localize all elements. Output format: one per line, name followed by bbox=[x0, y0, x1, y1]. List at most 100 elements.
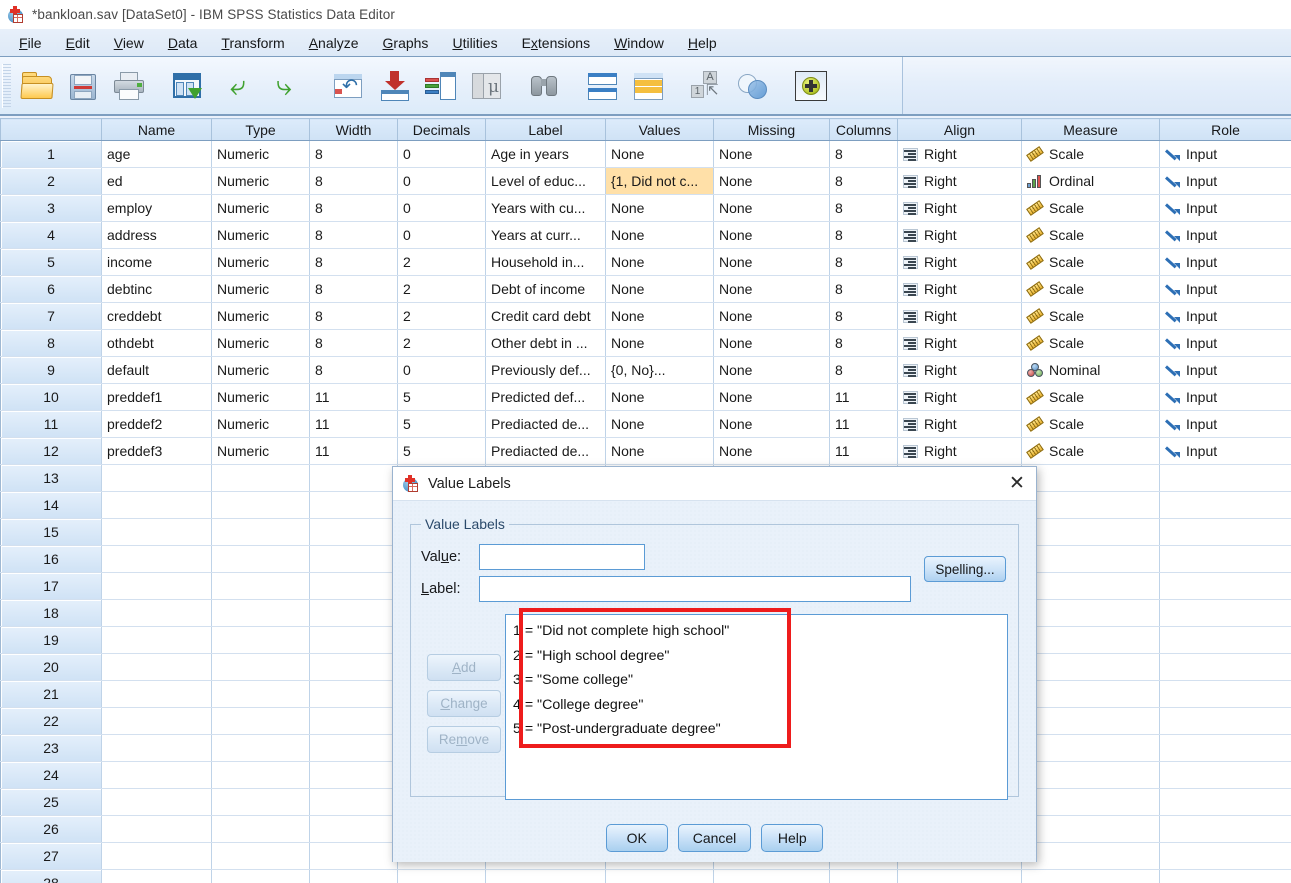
column-header-decimals[interactable]: Decimals bbox=[397, 118, 486, 141]
cell-empty[interactable] bbox=[101, 815, 212, 843]
undo-button[interactable]: ⤶ bbox=[222, 63, 268, 109]
row-number[interactable]: 4 bbox=[0, 221, 102, 249]
menu-file[interactable]: File bbox=[7, 33, 54, 53]
cell-empty[interactable] bbox=[101, 599, 212, 627]
cell-role[interactable]: Input bbox=[1159, 356, 1291, 384]
cell-empty[interactable] bbox=[211, 734, 310, 762]
cell-empty[interactable] bbox=[309, 464, 398, 492]
cell-columns[interactable]: 8 bbox=[829, 302, 898, 330]
cell-align[interactable]: Right bbox=[897, 302, 1022, 330]
value-labels-button[interactable]: A 1 ⇱ bbox=[684, 63, 730, 109]
cell-empty[interactable] bbox=[211, 869, 310, 883]
cell-missing[interactable]: None bbox=[713, 194, 830, 222]
row-number[interactable]: 5 bbox=[0, 248, 102, 276]
cell-empty[interactable] bbox=[1159, 653, 1291, 681]
cell-label[interactable]: Years with cu... bbox=[485, 194, 606, 222]
cell-label[interactable]: Level of educ... bbox=[485, 167, 606, 195]
cell-columns[interactable]: 8 bbox=[829, 140, 898, 168]
list-item[interactable]: 4 = "College degree" bbox=[513, 693, 1000, 718]
cell-empty[interactable] bbox=[1021, 788, 1160, 816]
cell-empty[interactable] bbox=[1021, 626, 1160, 654]
table-row[interactable]: 4 address Numeric 8 0 Years at curr... None Non… bbox=[0, 221, 1291, 249]
menu-edit[interactable]: Edit bbox=[54, 33, 102, 53]
menu-window[interactable]: Window bbox=[602, 33, 676, 53]
cell-measure[interactable]: Ordinal bbox=[1021, 167, 1160, 195]
cell-empty[interactable] bbox=[101, 842, 212, 870]
cell-decimals[interactable]: 0 bbox=[397, 221, 486, 249]
close-icon[interactable]: ✕ bbox=[1004, 472, 1030, 496]
cell-empty[interactable] bbox=[1159, 464, 1291, 492]
cell-label[interactable]: Predicted def... bbox=[485, 383, 606, 411]
cell-empty[interactable] bbox=[211, 464, 310, 492]
cell-empty[interactable] bbox=[211, 761, 310, 789]
table-row[interactable]: 12 preddef3 Numeric 11 5 Prediacted de... None… bbox=[0, 437, 1291, 465]
change-button[interactable]: Change bbox=[427, 690, 501, 717]
menu-graphs[interactable]: Graphs bbox=[371, 33, 441, 53]
cell-measure[interactable]: Scale bbox=[1021, 248, 1160, 276]
cell-decimals[interactable]: 2 bbox=[397, 275, 486, 303]
find-button[interactable] bbox=[522, 63, 568, 109]
cell-empty[interactable] bbox=[309, 815, 398, 843]
cell-align[interactable]: Right bbox=[897, 329, 1022, 357]
cell-name[interactable]: age bbox=[101, 140, 212, 168]
column-header-label[interactable]: Label bbox=[485, 118, 606, 141]
weight-cases-button[interactable] bbox=[626, 63, 672, 109]
cell-values[interactable]: None bbox=[605, 140, 714, 168]
cell-missing[interactable]: None bbox=[713, 356, 830, 384]
value-input[interactable] bbox=[479, 544, 645, 570]
cell-type[interactable]: Numeric bbox=[211, 356, 310, 384]
cell-empty[interactable] bbox=[1021, 842, 1160, 870]
cell-columns[interactable]: 8 bbox=[829, 221, 898, 249]
open-file-button[interactable] bbox=[14, 63, 60, 109]
cell-empty[interactable] bbox=[211, 653, 310, 681]
cell-width[interactable]: 8 bbox=[309, 140, 398, 168]
cell-empty[interactable] bbox=[309, 572, 398, 600]
cell-align[interactable]: Right bbox=[897, 248, 1022, 276]
row-number[interactable]: 15 bbox=[0, 518, 102, 546]
cell-empty[interactable] bbox=[1021, 761, 1160, 789]
cell-measure[interactable]: Scale bbox=[1021, 437, 1160, 465]
row-number[interactable]: 3 bbox=[0, 194, 102, 222]
cell-empty[interactable] bbox=[309, 869, 398, 883]
cell-columns[interactable]: 8 bbox=[829, 194, 898, 222]
menu-analyze[interactable]: Analyze bbox=[297, 33, 371, 53]
cell-role[interactable]: Input bbox=[1159, 275, 1291, 303]
cell-name[interactable]: preddef1 bbox=[101, 383, 212, 411]
label-input[interactable] bbox=[479, 576, 911, 602]
column-header-name[interactable]: Name bbox=[101, 118, 212, 141]
cell-align[interactable]: Right bbox=[897, 194, 1022, 222]
cell-empty[interactable] bbox=[211, 680, 310, 708]
cell-type[interactable]: Numeric bbox=[211, 302, 310, 330]
cell-empty[interactable] bbox=[211, 491, 310, 519]
menu-utilities[interactable]: Utilities bbox=[440, 33, 509, 53]
cell-missing[interactable]: None bbox=[713, 437, 830, 465]
cell-align[interactable]: Right bbox=[897, 410, 1022, 438]
cell-empty[interactable] bbox=[101, 518, 212, 546]
cell-empty[interactable] bbox=[309, 680, 398, 708]
cell-empty[interactable] bbox=[1159, 788, 1291, 816]
cell-empty[interactable] bbox=[1021, 464, 1160, 492]
cell-empty[interactable] bbox=[211, 842, 310, 870]
cell-width[interactable]: 8 bbox=[309, 221, 398, 249]
cell-name[interactable]: othdebt bbox=[101, 329, 212, 357]
cell-columns[interactable]: 11 bbox=[829, 383, 898, 411]
cell-empty[interactable] bbox=[101, 761, 212, 789]
table-row[interactable]: 10 preddef1 Numeric 11 5 Predicted def... None… bbox=[0, 383, 1291, 411]
cell-columns[interactable]: 8 bbox=[829, 356, 898, 384]
cell-measure[interactable]: Scale bbox=[1021, 275, 1160, 303]
cell-empty[interactable] bbox=[211, 707, 310, 735]
cell-label[interactable]: Other debt in ... bbox=[485, 329, 606, 357]
cell-name[interactable]: employ bbox=[101, 194, 212, 222]
row-number[interactable]: 21 bbox=[0, 680, 102, 708]
cell-role[interactable]: Input bbox=[1159, 221, 1291, 249]
cell-measure[interactable]: Scale bbox=[1021, 140, 1160, 168]
cell-missing[interactable]: None bbox=[713, 410, 830, 438]
cell-empty[interactable] bbox=[309, 761, 398, 789]
cell-empty[interactable] bbox=[309, 707, 398, 735]
toolbar-grip[interactable] bbox=[2, 63, 11, 108]
cell-role[interactable]: Input bbox=[1159, 383, 1291, 411]
row-number[interactable]: 17 bbox=[0, 572, 102, 600]
cell-empty[interactable] bbox=[397, 869, 486, 883]
split-file-button[interactable] bbox=[580, 63, 626, 109]
row-number[interactable]: 26 bbox=[0, 815, 102, 843]
